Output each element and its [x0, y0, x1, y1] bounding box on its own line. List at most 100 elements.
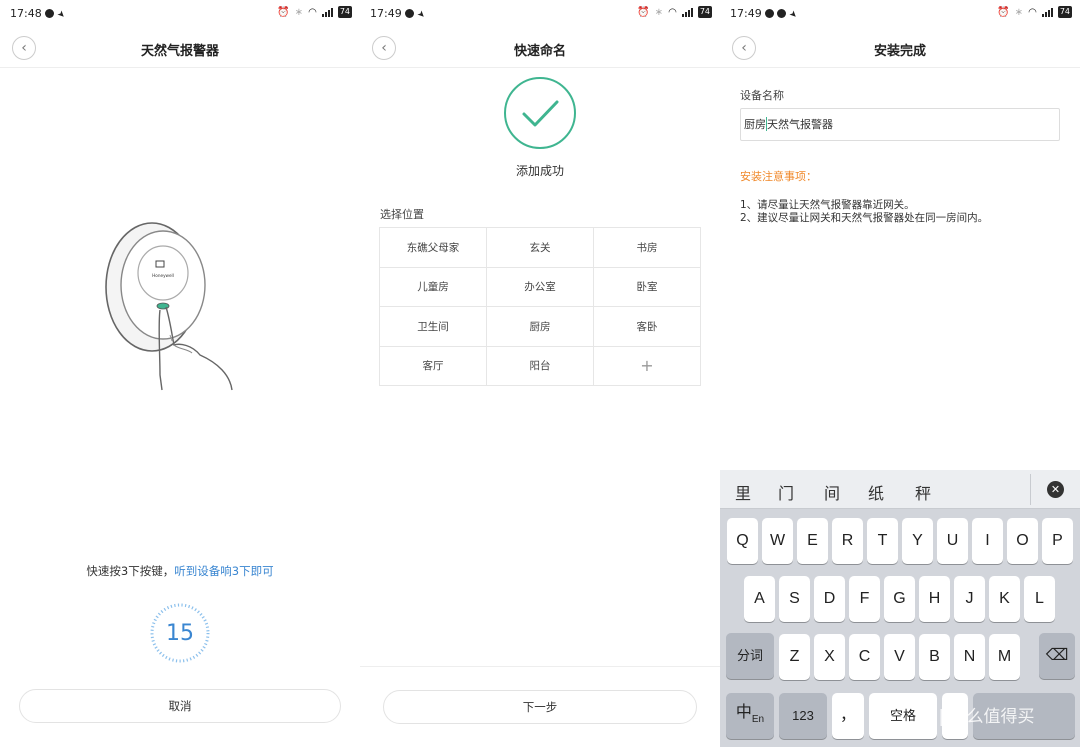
location-option[interactable]: 玄关 [487, 228, 594, 268]
alarm-icon: ⏰ [277, 6, 290, 18]
success-text: 添加成功 [515, 164, 564, 178]
pairing-screen: 17:48 ➤ ⏰ ∗ ◠ 74 ‹ 天然气报警器 Honeywell 快速按3下… [0, 0, 360, 747]
key-c[interactable]: C [849, 634, 880, 680]
candidate-separator [1030, 474, 1031, 505]
status-bar: 17:49 ➤ ⏰ ∗ ◠ 74 [360, 0, 720, 28]
key-y[interactable]: Y [902, 518, 933, 564]
keyboard: ✕ 里门间纸秤 分词 ⌫ 中En 123 ， 空格 值 | 什么值得买 QWER… [720, 470, 1080, 747]
bluetooth-icon: ∗ [654, 6, 664, 18]
page-title: 快速命名 [513, 44, 566, 59]
location-option[interactable]: 书房 [594, 228, 701, 268]
key-f[interactable]: F [849, 576, 880, 622]
key-b[interactable]: B [919, 634, 950, 680]
location-arrow-icon: ➤ [414, 8, 427, 22]
candidate-word[interactable]: 纸 [868, 480, 884, 504]
key-z[interactable]: Z [779, 634, 810, 680]
backspace-key[interactable]: ⌫ [1039, 633, 1075, 679]
key-x[interactable]: X [814, 634, 845, 680]
language-switch-key[interactable]: 中En [726, 693, 774, 739]
location-option[interactable]: 客厅 [380, 346, 487, 386]
hint-link[interactable]: 听到设备响3下即可 [174, 564, 273, 578]
location-label: 选择位置 [380, 208, 424, 221]
candidate-word[interactable]: 间 [824, 480, 840, 504]
key-o[interactable]: O [1007, 518, 1038, 564]
key-u[interactable]: U [937, 518, 968, 564]
number-key[interactable]: 123 [779, 693, 827, 739]
key-i[interactable]: I [972, 518, 1003, 564]
hint-text: 快速按3下按键， [86, 564, 175, 578]
pairing-hint: 快速按3下按键，听到设备响3下即可 [0, 563, 360, 579]
device-illustration: Honeywell [105, 222, 233, 391]
checkmark-icon [522, 100, 559, 127]
location-option[interactable]: 阳台 [487, 346, 594, 386]
bluetooth-icon: ∗ [294, 6, 304, 18]
next-button[interactable]: 下一步 [383, 690, 697, 724]
status-bar: 17:49 ➤ ⏰ ∗ ◠ 74 [720, 0, 1080, 28]
key-g[interactable]: G [884, 576, 915, 622]
candidate-word[interactable]: 里 [735, 480, 751, 504]
alarm-icon: ⏰ [637, 6, 650, 18]
key-m[interactable]: M [989, 634, 1020, 680]
signal-icon [321, 7, 333, 17]
location-option[interactable]: 厨房 [487, 307, 594, 347]
page-title: 天然气报警器 [140, 44, 219, 59]
location-option[interactable]: 儿童房 [380, 267, 487, 307]
candidate-bar: ✕ 里 门 间 纸 秤 [720, 470, 1080, 509]
key-a[interactable]: A [744, 576, 775, 622]
naming-screen: 17:49 ➤ ⏰ ∗ ◠ 74 ‹ 快速命名 添加成功 选择位置 东礁父母家 玄关… [360, 0, 720, 747]
key-w[interactable]: W [762, 518, 793, 564]
notification-icon [44, 9, 54, 18]
location-arrow-icon: ➤ [54, 8, 67, 22]
key-p[interactable]: P [1042, 518, 1073, 564]
cancel-button[interactable]: 取消 [19, 689, 341, 723]
location-option[interactable]: 客卧 [594, 307, 701, 347]
key-s[interactable]: S [779, 576, 810, 622]
comma-key[interactable]: ， [832, 693, 864, 739]
location-option[interactable]: 东礁父母家 [380, 228, 487, 268]
location-arrow-icon: ➤ [786, 8, 799, 22]
notice-title: 安装注意事项： [740, 170, 817, 183]
add-location-button[interactable]: + [594, 346, 701, 386]
split-key[interactable]: 分词 [726, 633, 774, 679]
location-option[interactable]: 卫生间 [380, 307, 487, 347]
key-k[interactable]: K [989, 576, 1020, 622]
key-t[interactable]: T [867, 518, 898, 564]
key-e[interactable]: E [797, 518, 828, 564]
notice-item-2: 2、建议尽量让网关和天然气报警器处在同一房间内。 [740, 212, 989, 224]
countdown-number: 15 [166, 621, 194, 646]
candidate-word[interactable]: 秤 [915, 480, 931, 504]
key-r[interactable]: R [832, 518, 863, 564]
key-q[interactable]: Q [727, 518, 758, 564]
divider [360, 666, 720, 667]
success-icon [504, 77, 576, 149]
status-time: 17:48 [10, 7, 42, 20]
title-bar: ‹ 快速命名 [360, 28, 720, 68]
key-h[interactable]: H [919, 576, 950, 622]
location-option[interactable]: 卧室 [594, 267, 701, 307]
device-brand: Honeywell [152, 273, 174, 278]
device-name-label: 设备名称 [740, 89, 784, 102]
watermark: 值 | 什么值得买 [916, 707, 1035, 727]
title-bar: ‹ 安装完成 [720, 28, 1080, 68]
location-grid: 东礁父母家 玄关 书房儿童房 办公室 卧室卫生间 厨房 客卧客厅 阳台 + [379, 227, 701, 386]
title-bar: ‹ 天然气报警器 [0, 28, 360, 68]
status-time: 17:49 [730, 7, 762, 20]
bluetooth-icon: ∗ [1014, 6, 1024, 18]
notification-icon [404, 9, 414, 18]
name-suffix: 天然气报警器 [767, 118, 833, 131]
notification-icon [776, 9, 786, 18]
key-d[interactable]: D [814, 576, 845, 622]
key-n[interactable]: N [954, 634, 985, 680]
close-icon[interactable]: ✕ [1047, 481, 1064, 498]
lang-sub: En [751, 714, 765, 725]
wifi-icon: ◠ [1028, 6, 1037, 18]
key-l[interactable]: L [1024, 576, 1055, 622]
candidate-word[interactable]: 门 [778, 480, 794, 504]
key-j[interactable]: J [954, 576, 985, 622]
device-name-input[interactable]: 厨房天然气报警器 [740, 108, 1060, 141]
backspace-icon: ⌫ [1045, 647, 1069, 664]
battery-icon: 74 [1057, 6, 1072, 18]
location-option[interactable]: 办公室 [487, 267, 594, 307]
key-v[interactable]: V [884, 634, 915, 680]
page-title: 安装完成 [873, 44, 926, 59]
